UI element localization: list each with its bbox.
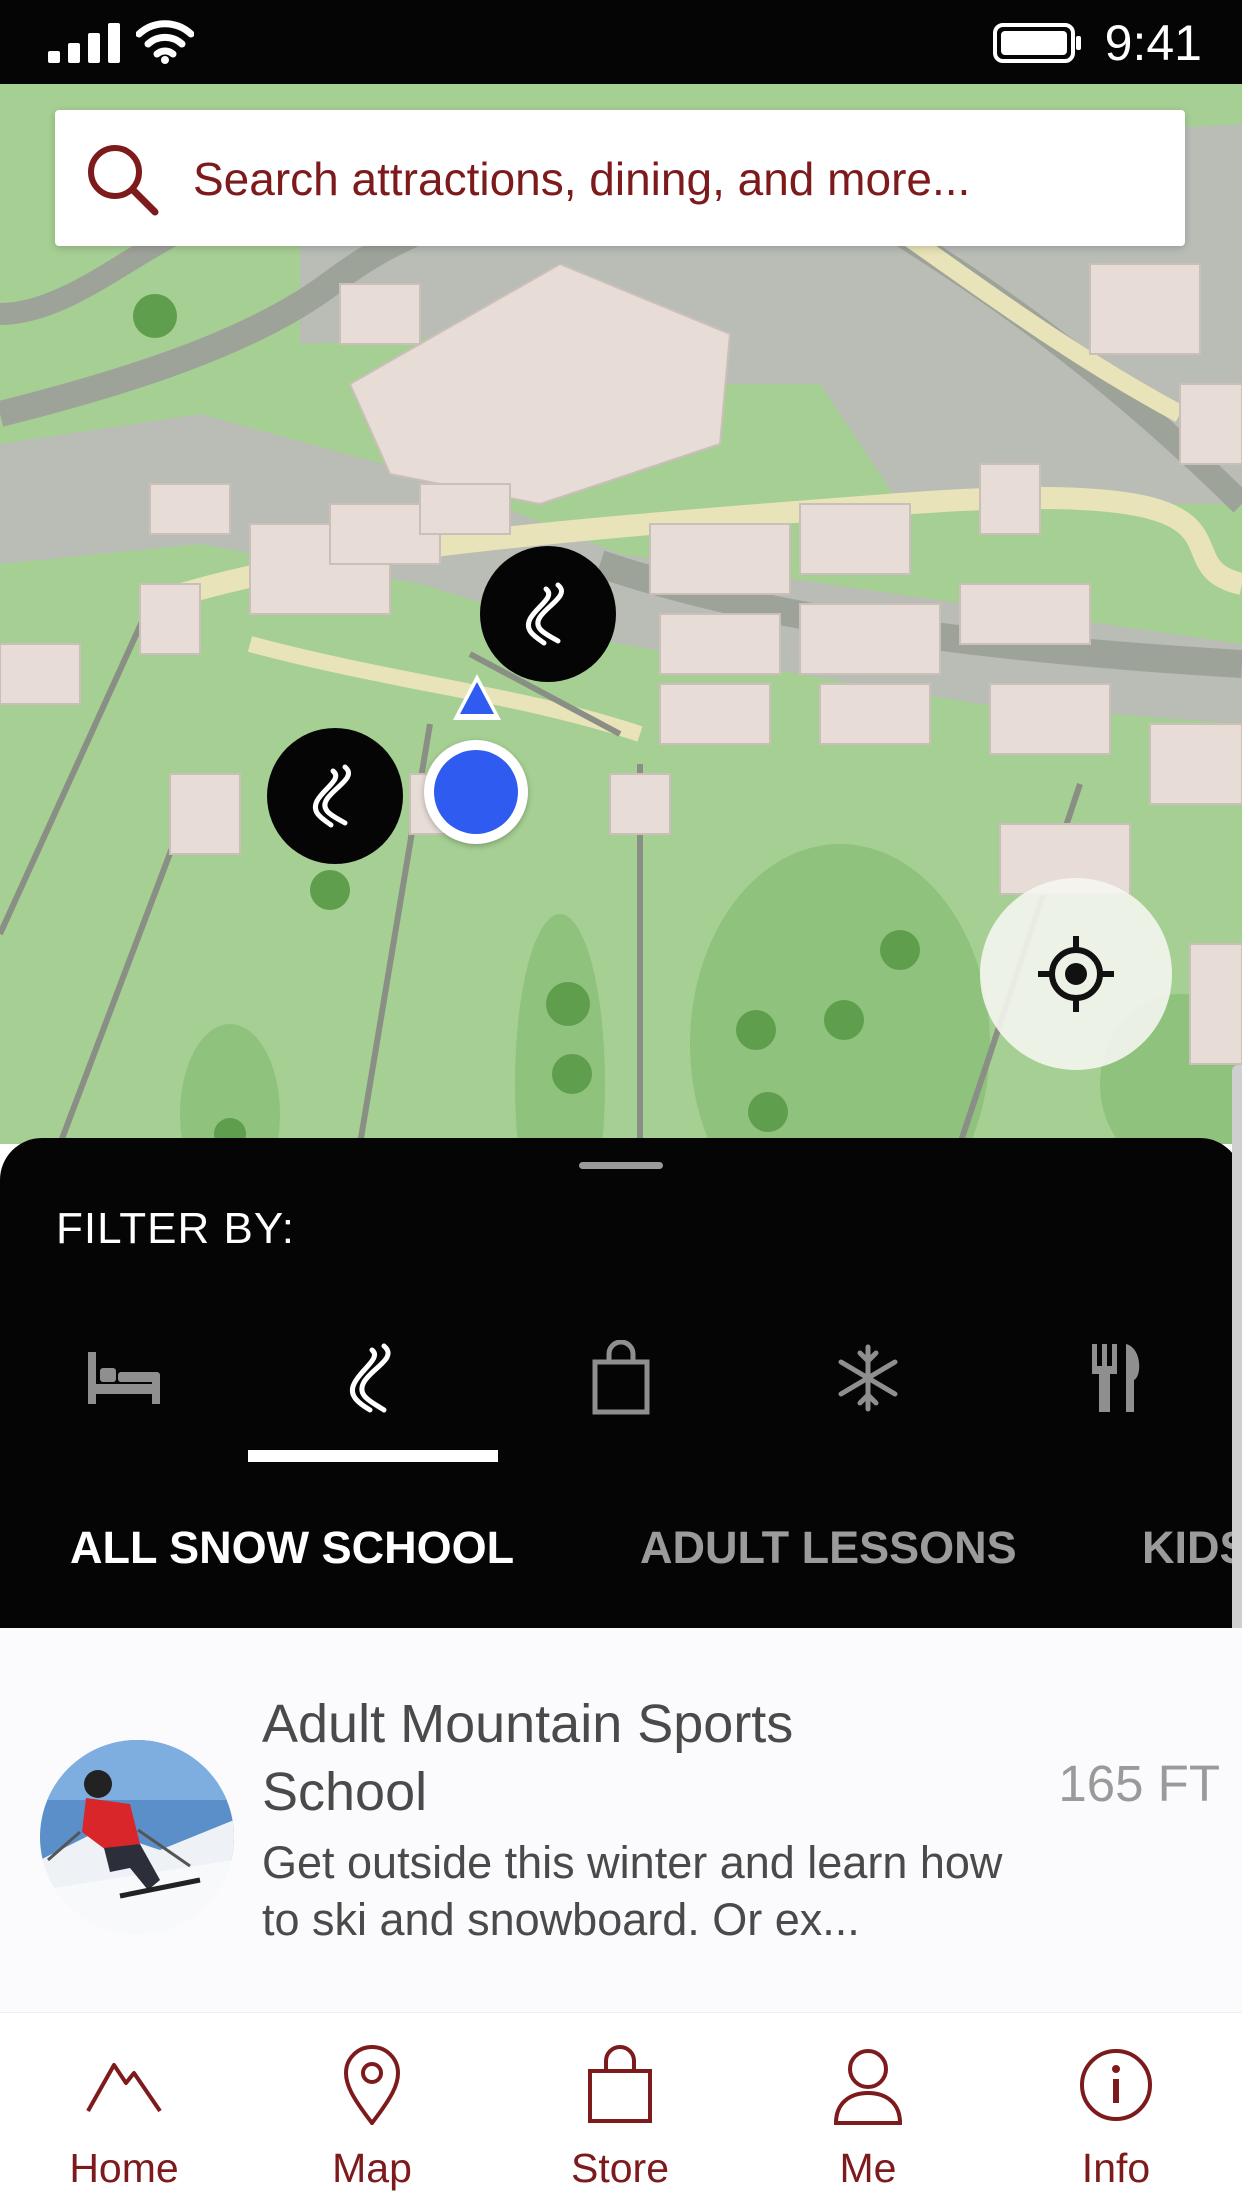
item-title: Adult Mountain Sports School [262, 1694, 794, 1822]
subtab-adult-lessons[interactable]: ADULT LESSONS [640, 1522, 1017, 1574]
status-time: 9:41 [1104, 15, 1202, 71]
category-dining[interactable] [1066, 1328, 1166, 1428]
person-icon [833, 2049, 903, 2125]
wifi-icon [136, 20, 194, 64]
tab-home-label: Home [69, 2145, 179, 2191]
filter-sheet: FILTER BY: ALL SNOW SCHOOL ADULT LESSONS… [0, 1138, 1242, 1628]
filter-title: FILTER BY: [56, 1204, 296, 1253]
tab-store-label: Store [571, 2145, 669, 2191]
subtab-kids[interactable]: KIDS [1142, 1522, 1242, 1574]
sheet-grabber[interactable] [579, 1162, 663, 1169]
status-right: 9:41 [992, 14, 1202, 72]
status-bar: 9:41 [0, 0, 1242, 84]
locate-me-button[interactable] [980, 878, 1172, 1070]
info-icon [1080, 2049, 1152, 2121]
tab-info-label: Info [1081, 2145, 1151, 2191]
shopping-bag-icon [592, 1340, 650, 1415]
category-selected-indicator [248, 1450, 498, 1462]
search-icon [88, 145, 159, 216]
mountain-icon [86, 2063, 162, 2113]
results-list[interactable]: Adult Mountain Sports School Get outside… [0, 1628, 1242, 2012]
heading-arrow-icon [453, 674, 501, 720]
ski-trail-icon [526, 582, 564, 646]
category-snow[interactable] [818, 1328, 918, 1428]
shopping-bag-icon [588, 2045, 652, 2123]
search-input[interactable]: Search attractions, dining, and more... [193, 152, 970, 206]
status-left [48, 20, 194, 64]
bed-icon [88, 1352, 160, 1404]
category-shopping[interactable] [571, 1328, 671, 1428]
user-location-dot [434, 750, 518, 834]
tab-map-label: Map [332, 2145, 412, 2191]
tab-me[interactable]: Me [744, 2013, 992, 2209]
map-pin-ski-school[interactable] [267, 728, 403, 864]
tab-bar: Home Map Store Me Info [0, 2012, 1242, 2209]
battery-icon [992, 23, 1081, 63]
tab-map[interactable]: Map [248, 2013, 496, 2209]
crosshair-icon [1038, 936, 1114, 1012]
subtab-all-snow-school[interactable]: ALL SNOW SCHOOL [70, 1522, 514, 1574]
tab-info[interactable]: Info [992, 2013, 1240, 2209]
category-lodging[interactable] [74, 1328, 174, 1428]
map-view[interactable]: Search attractions, dining, and more... [0, 84, 1242, 1144]
scroll-indicator[interactable] [1232, 1065, 1242, 1655]
fork-knife-icon [1092, 1344, 1140, 1412]
map-pin-icon [343, 2045, 401, 2125]
tab-store[interactable]: Store [496, 2013, 744, 2209]
category-snow-school[interactable] [322, 1328, 422, 1428]
ski-trail-icon [350, 1343, 391, 1413]
user-location-marker [424, 740, 528, 844]
skier-photo [40, 1740, 234, 1934]
signal-icon [48, 23, 120, 63]
tab-me-label: Me [839, 2145, 897, 2191]
item-distance: 165 FT [1058, 1755, 1220, 1812]
list-item[interactable]: Adult Mountain Sports School Get outside… [0, 1628, 1242, 2012]
tab-home[interactable]: Home [0, 2013, 248, 2209]
ski-trail-icon [313, 764, 351, 828]
item-thumbnail [40, 1740, 234, 1934]
search-bar[interactable]: Search attractions, dining, and more... [55, 110, 1185, 246]
map-pin-ski-school[interactable] [480, 546, 616, 682]
item-description: Get outside this winter and learn how to… [262, 1837, 1003, 1945]
snowflake-icon [838, 1344, 898, 1412]
